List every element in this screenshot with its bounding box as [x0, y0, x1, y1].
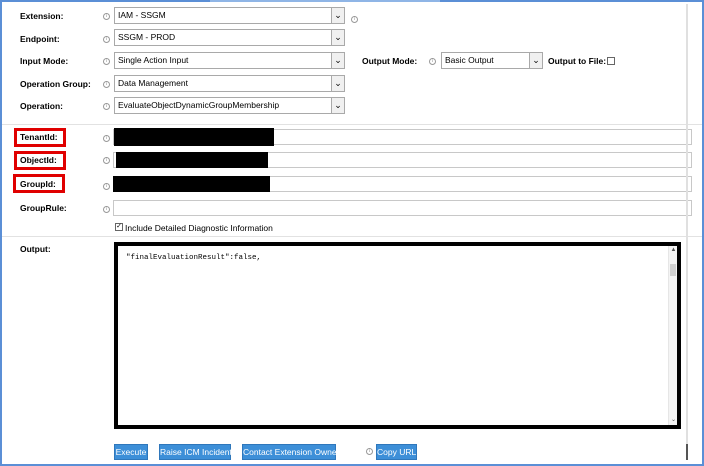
- redaction-block: [114, 128, 274, 146]
- chevron-down-icon[interactable]: ⌄: [331, 76, 344, 91]
- include-diagnostic-label: Include Detailed Diagnostic Information: [125, 223, 273, 233]
- redaction-block: [113, 176, 270, 192]
- endpoint-value: SSGM - PROD: [118, 32, 176, 42]
- extension-value: IAM - SSGM: [118, 10, 166, 20]
- info-icon[interactable]: i: [103, 103, 110, 110]
- info-icon[interactable]: i: [103, 135, 110, 142]
- operation-group-label: Operation Group:: [20, 79, 91, 89]
- execute-button[interactable]: Execute: [114, 444, 148, 460]
- info-icon[interactable]: i: [429, 58, 436, 65]
- output-scrollbar[interactable]: ▲ ⌄: [668, 246, 677, 425]
- group-rule-input[interactable]: [113, 200, 692, 216]
- info-icon[interactable]: i: [103, 81, 110, 88]
- group-id-label: GroupId:: [20, 179, 56, 189]
- input-mode-value: Single Action Input: [118, 55, 189, 65]
- output-textarea[interactable]: "finalEvaluationResult":false, ▲ ⌄: [114, 242, 681, 429]
- info-icon[interactable]: i: [103, 183, 110, 190]
- output-mode-value: Basic Output: [445, 55, 494, 65]
- chevron-down-icon[interactable]: ⌄: [331, 30, 344, 45]
- scroll-thumb[interactable]: [670, 264, 676, 276]
- info-icon[interactable]: i: [103, 13, 110, 20]
- section-divider: [2, 236, 702, 237]
- top-accent-line: [210, 0, 440, 2]
- operation-label: Operation:: [20, 101, 63, 111]
- scroll-up-icon[interactable]: ▲: [669, 246, 678, 255]
- raise-icm-incident-button[interactable]: Raise ICM Incident: [159, 444, 232, 460]
- output-mode-select[interactable]: Basic Output ⌄: [441, 52, 543, 69]
- info-icon[interactable]: i: [103, 36, 110, 43]
- endpoint-label: Endpoint:: [20, 34, 60, 44]
- operation-group-value: Data Management: [118, 78, 188, 88]
- chevron-down-icon[interactable]: ⌄: [529, 53, 542, 68]
- tenant-id-label: TenantId:: [20, 132, 58, 142]
- scroll-down-icon[interactable]: ⌄: [669, 416, 678, 425]
- output-text: "finalEvaluationResult":false,: [126, 254, 262, 262]
- output-mode-label: Output Mode:: [362, 56, 418, 66]
- output-to-file-label: Output to File:: [548, 56, 607, 66]
- info-icon[interactable]: i: [103, 206, 110, 213]
- chevron-down-icon[interactable]: ⌄: [331, 53, 344, 68]
- object-id-label: ObjectId:: [20, 155, 57, 165]
- page-scrollbar[interactable]: [686, 4, 688, 460]
- page-scroll-thumb[interactable]: [686, 444, 688, 460]
- operation-group-select[interactable]: Data Management ⌄: [114, 75, 345, 92]
- extension-select[interactable]: IAM - SSGM ⌄: [114, 7, 345, 24]
- include-diagnostic-checkbox[interactable]: ✓: [115, 223, 123, 231]
- checkmark-icon: ✓: [116, 223, 122, 230]
- info-icon[interactable]: i: [103, 58, 110, 65]
- output-label: Output:: [20, 244, 51, 254]
- section-divider: [2, 124, 702, 125]
- input-mode-select[interactable]: Single Action Input ⌄: [114, 52, 345, 69]
- output-to-file-checkbox[interactable]: [607, 57, 615, 65]
- contact-extension-owner-button[interactable]: Contact Extension Owner: [242, 444, 339, 460]
- info-icon[interactable]: i: [366, 448, 373, 455]
- operation-select[interactable]: EvaluateObjectDynamicGroupMembership ⌄: [114, 97, 345, 114]
- group-rule-label: GroupRule:: [20, 203, 67, 213]
- endpoint-select[interactable]: SSGM - PROD ⌄: [114, 29, 345, 46]
- chevron-down-icon[interactable]: ⌄: [331, 98, 344, 113]
- extension-label: Extension:: [20, 11, 64, 21]
- copy-url-button[interactable]: Copy URL: [376, 444, 417, 460]
- redaction-block: [116, 152, 268, 168]
- input-mode-label: Input Mode:: [20, 56, 69, 66]
- info-icon[interactable]: i: [351, 16, 358, 23]
- chevron-down-icon[interactable]: ⌄: [331, 8, 344, 23]
- operation-value: EvaluateObjectDynamicGroupMembership: [118, 100, 280, 110]
- info-icon[interactable]: i: [103, 157, 110, 164]
